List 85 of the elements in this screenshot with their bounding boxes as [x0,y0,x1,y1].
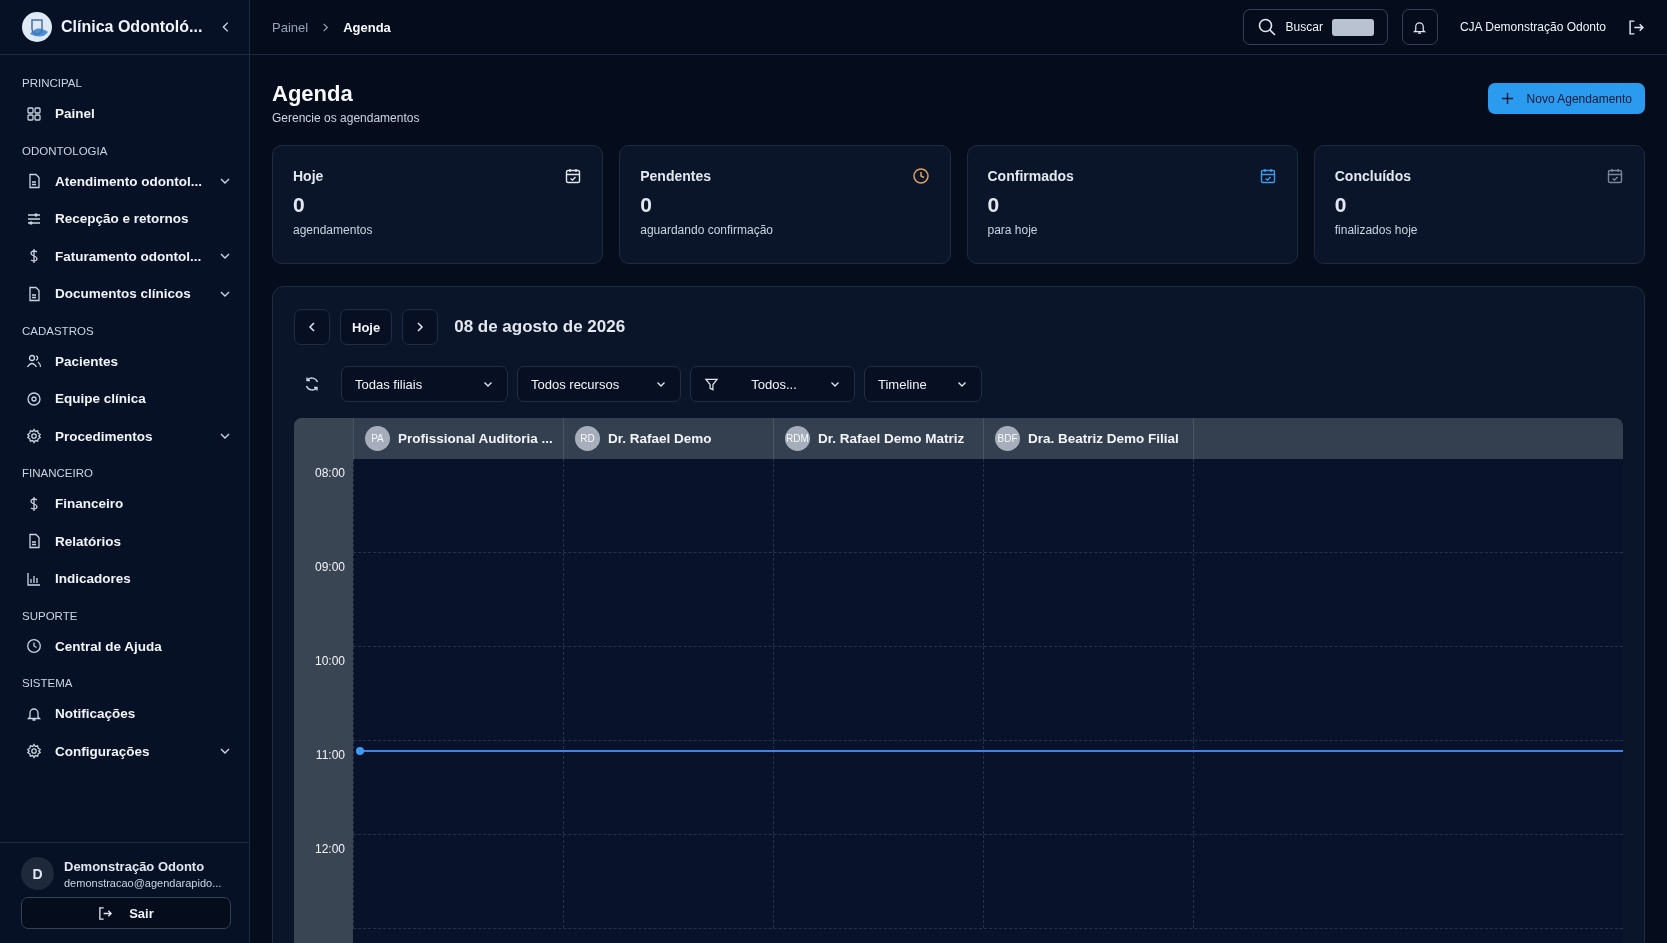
users-icon [26,353,42,370]
sidebar-item[interactable]: Indicadores [0,560,249,598]
shortcut-key [1331,18,1374,36]
search-button[interactable]: Buscar [1242,9,1388,45]
stat-caption: aguardando confirmação [640,223,774,237]
logout-icon [1628,18,1645,36]
settings-icon [26,743,42,760]
stat-value: 0 [640,193,653,217]
resource-name: Dr. Rafael Demo [608,431,712,446]
resource-name: Dra. Beatriz Demo Filial [1028,431,1179,446]
section-heading: PRINCIPAL [21,76,83,91]
bar-chart-icon [26,570,42,587]
filter-icon [704,376,719,392]
stat-caption: para hoje [987,223,1039,237]
sidebar-item[interactable]: Faturamento odontol... [0,237,249,275]
sidebar-item[interactable]: Equipe clínica [0,380,249,418]
search-icon [1256,17,1277,37]
stat-caption: finalizados hoje [1334,223,1419,237]
filter-dropdown[interactable]: Todas filiais [341,366,508,402]
logout-button[interactable]: Sair [21,897,231,929]
bell-icon [26,705,42,722]
time-label: 10:00 [314,654,345,670]
filter-dropdown[interactable]: Todos recursos [517,366,681,402]
stat-value: 0 [293,193,306,217]
sidebar-item[interactable]: Relatórios [0,522,249,560]
sidebar-item[interactable]: Pacientes [0,342,249,380]
logout-icon [98,905,114,921]
sidebar-item[interactable]: Procedimentos [0,417,249,455]
sidebar-item[interactable]: Notificações [0,695,249,733]
time-label: 08:00 [314,466,345,482]
resource-name: Dr. Rafael Demo Matriz [818,431,965,446]
sidebar-item[interactable]: Central de Ajuda [0,627,249,665]
breadcrumb-link[interactable]: Agenda [343,19,391,35]
clinic-name: Clínica Odontoló... [61,18,204,36]
current-date: 08 de agosto de 2026 [454,317,626,337]
report-icon [26,533,42,550]
stat-title: Concluídos [1334,168,1411,184]
sidebar-item[interactable]: Atendimento odontol... [0,162,249,200]
resource-name: Profissional Auditoria ... [398,431,553,446]
resource-avatar: PA [365,426,390,451]
grid-icon [26,105,42,122]
section-heading: CADASTROS [21,323,95,339]
logout-icon-button[interactable] [1628,18,1645,36]
clinic-logo-icon [22,12,52,42]
stat-title: Confirmados [987,168,1074,184]
notifications-button[interactable] [1401,9,1438,45]
section-heading: FINANCEIRO [21,466,94,481]
time-label: 11:00 [315,748,345,764]
page-title: Agenda [272,81,354,107]
clock-icon [26,638,42,655]
filter-dropdown[interactable]: Todos... [690,366,855,402]
resource-avatar: RD [575,426,600,451]
today-button[interactable]: Hoje [340,309,393,345]
resource-avatar: RDM [785,426,810,451]
time-label: 09:00 [314,560,345,576]
sidebar-item[interactable]: Configurações [0,732,249,770]
account-name: CJA Demonstração Odonto [1459,20,1606,34]
resource-avatar: BDF [995,426,1020,451]
plus-icon [1500,92,1514,105]
stat-value: 0 [1334,193,1348,217]
sidebar-item[interactable]: Recepção e retornos [0,200,249,238]
user-avatar: D [21,857,54,890]
settings-icon [26,428,42,445]
breadcrumb-link[interactable]: Painel [272,19,309,35]
sidebar-item[interactable]: Financeiro [0,485,249,523]
user-name: Demonstração Odonto [64,858,206,874]
stat-caption: agendamentos [293,223,374,237]
page-subtitle: Gerencie os agendamentos [272,111,420,125]
user-email: demonstracao@agendarapido... [64,876,222,889]
document-icon [26,173,42,190]
section-heading: SUPORTE [21,608,79,624]
refresh-icon[interactable] [304,376,320,392]
time-label: 12:00 [314,842,345,858]
new-appointment-button[interactable]: Novo Agendamento [1487,83,1645,114]
sidebar-item[interactable]: Painel [0,95,249,133]
section-heading: ODONTOLOGIA [21,143,109,159]
sidebar-item[interactable]: Documentos clínicos [0,275,249,313]
bell-icon [1412,19,1428,35]
document-icon [26,285,42,302]
stat-value: 0 [987,193,1001,217]
chevron-left-icon [306,321,318,333]
section-heading: SISTEMA [21,676,74,691]
stat-title: Hoje [293,168,324,184]
stat-title: Pendentes [640,168,712,184]
filter-dropdown[interactable]: Timeline [864,366,982,402]
